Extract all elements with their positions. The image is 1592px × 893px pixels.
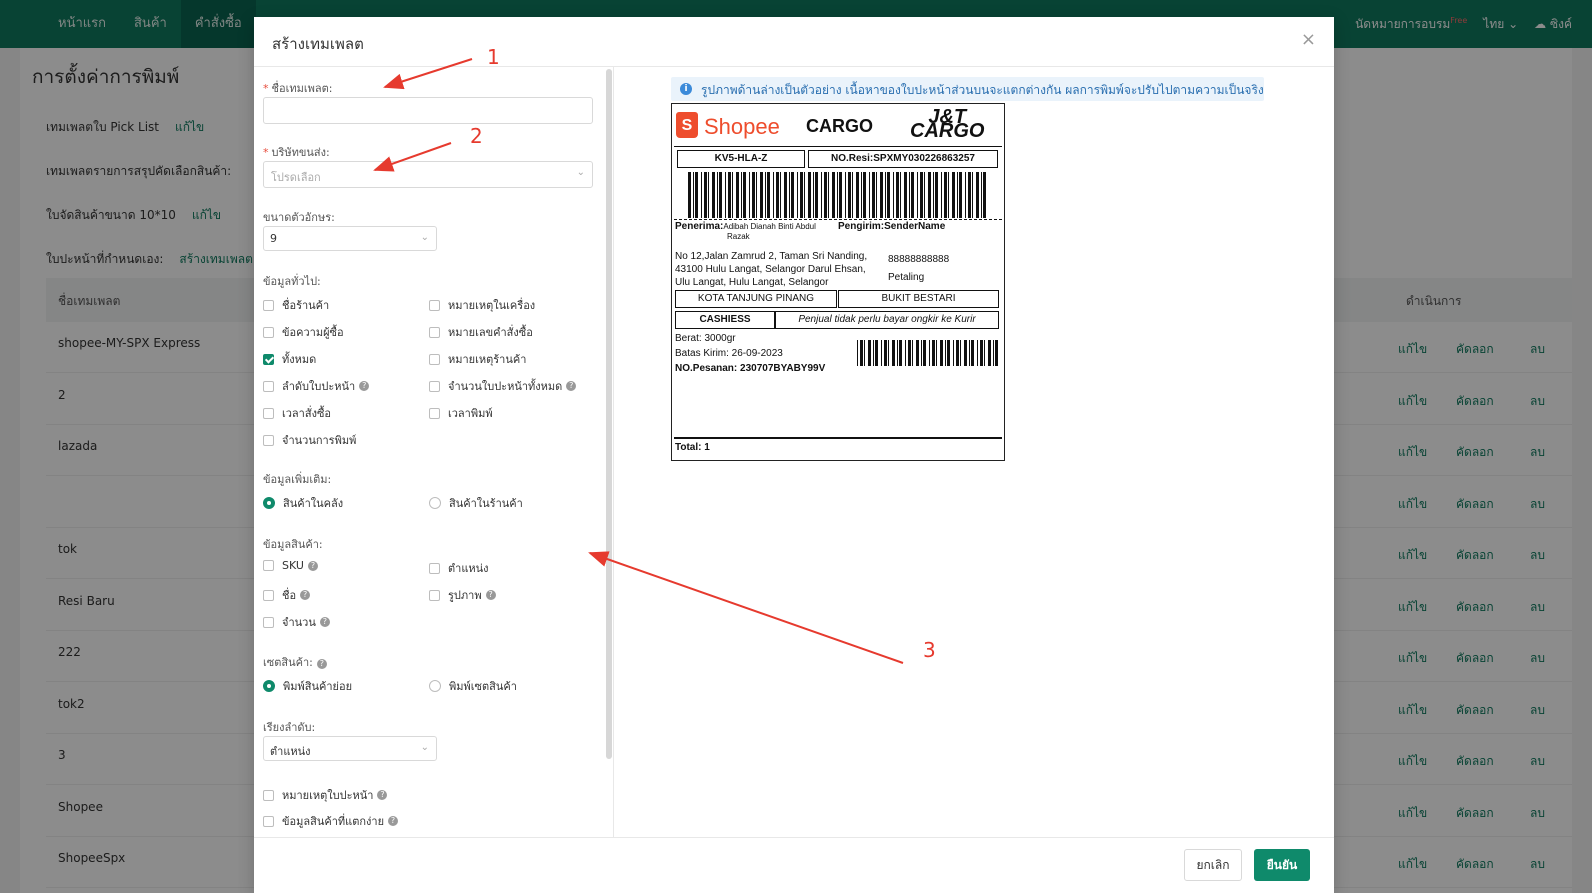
annotation-1: 1: [487, 45, 500, 69]
arrow-2: [373, 142, 452, 172]
annotation-arrows: [373, 58, 904, 664]
annotation-2: 2: [470, 124, 483, 148]
arrow-1: [383, 58, 473, 90]
annotation-3: 3: [923, 638, 936, 662]
arrow-3: [588, 551, 904, 664]
